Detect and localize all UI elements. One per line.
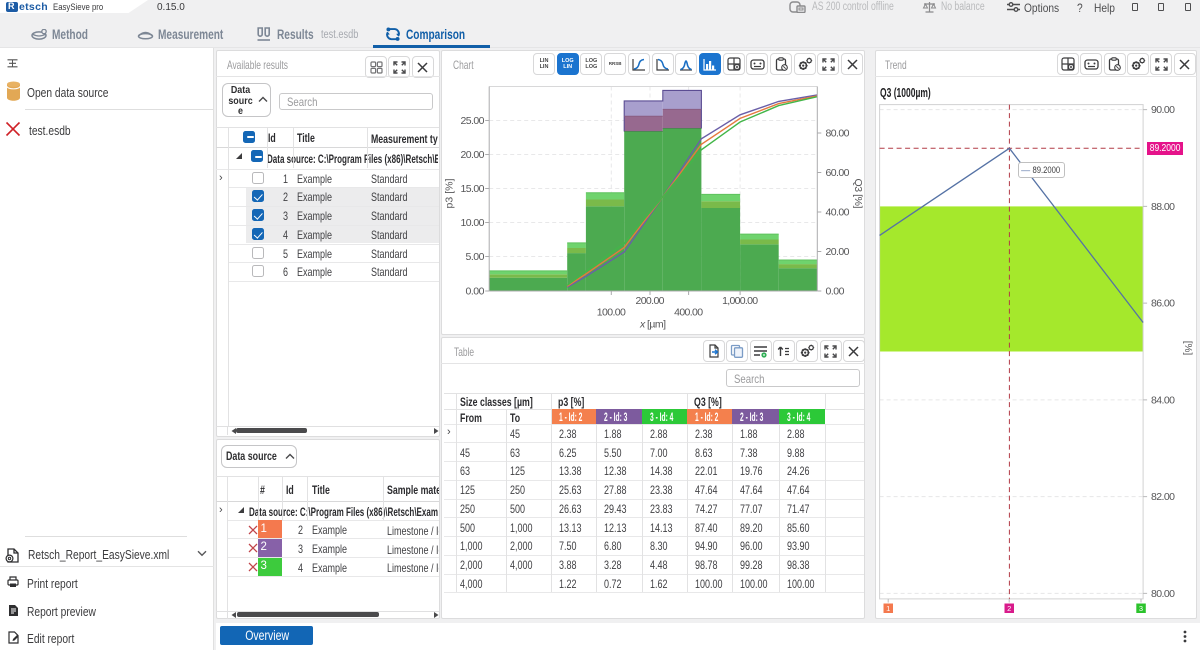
svg-text:84.00: 84.00 bbox=[1151, 395, 1175, 407]
svg-text:100.00: 100.00 bbox=[597, 307, 626, 319]
svg-text:15.00: 15.00 bbox=[461, 183, 485, 195]
svg-text:60.00: 60.00 bbox=[826, 167, 850, 179]
svg-text:5.00: 5.00 bbox=[466, 251, 485, 263]
svg-text:Q3 [%]: Q3 [%] bbox=[852, 179, 864, 209]
svg-text:200.00: 200.00 bbox=[636, 295, 665, 307]
svg-text:x [µm]: x [µm] bbox=[639, 319, 666, 331]
svg-text:86.00: 86.00 bbox=[1151, 298, 1175, 310]
svg-text:40.00: 40.00 bbox=[826, 207, 850, 219]
svg-text:80.00: 80.00 bbox=[1151, 588, 1175, 600]
svg-text:88.00: 88.00 bbox=[1151, 201, 1175, 213]
svg-text:[%]: [%] bbox=[1182, 341, 1193, 356]
svg-text:80.00: 80.00 bbox=[826, 128, 850, 140]
svg-text:400.00: 400.00 bbox=[674, 307, 703, 319]
svg-text:90.00: 90.00 bbox=[1151, 104, 1175, 116]
svg-text:82.00: 82.00 bbox=[1151, 491, 1175, 503]
svg-text:0.00: 0.00 bbox=[826, 286, 845, 298]
svg-text:0.00: 0.00 bbox=[466, 286, 485, 298]
svg-text:1,000.00: 1,000.00 bbox=[722, 295, 758, 307]
svg-text:20.00: 20.00 bbox=[826, 246, 850, 258]
svg-text:2: 2 bbox=[1007, 604, 1011, 613]
svg-text:p3 [%]: p3 [%] bbox=[444, 178, 456, 208]
svg-text:1: 1 bbox=[886, 604, 890, 613]
svg-text:25.00: 25.00 bbox=[461, 115, 485, 127]
svg-text:10.00: 10.00 bbox=[461, 217, 485, 229]
svg-text:20.00: 20.00 bbox=[461, 149, 485, 161]
svg-text:3: 3 bbox=[1139, 604, 1143, 613]
